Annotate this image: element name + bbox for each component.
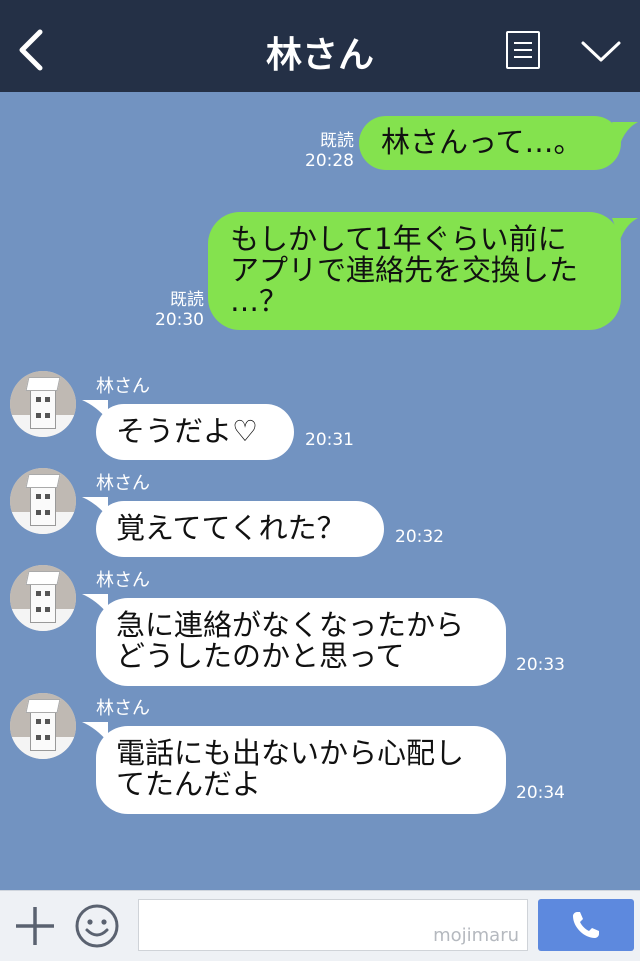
chat-title: 林さん	[265, 35, 374, 76]
sender-name: 林さん	[96, 473, 150, 494]
avatar[interactable]	[10, 693, 76, 759]
message-time: 20:31	[305, 430, 354, 450]
sender-name: 林さん	[96, 376, 150, 397]
smiley-icon[interactable]	[74, 903, 120, 949]
message-time: 20:34	[516, 783, 565, 803]
received-message[interactable]: 電話にも出ないから心配し てたんだよ	[96, 726, 506, 814]
plus-icon[interactable]	[14, 905, 56, 947]
chat-header: 林さん	[0, 0, 640, 92]
avatar[interactable]	[10, 565, 76, 631]
sender-name: 林さん	[96, 698, 150, 719]
message-time: 20:32	[395, 527, 444, 547]
menu-icon[interactable]	[506, 31, 540, 69]
bubble-tail	[612, 122, 638, 144]
message-status: 既読 20:30	[155, 290, 204, 330]
received-message[interactable]: そうだよ♡	[96, 404, 294, 460]
received-message[interactable]: 急に連絡がなくなったから どうしたのかと思って	[96, 598, 506, 686]
avatar[interactable]	[10, 468, 76, 534]
chevron-down-icon[interactable]	[580, 38, 622, 66]
sent-message[interactable]: 林さんって…。	[359, 116, 621, 170]
message-input[interactable]: mojimaru	[138, 899, 528, 951]
call-button[interactable]	[538, 899, 634, 951]
message-status: 既読 20:28	[305, 131, 354, 171]
bubble-tail	[612, 218, 638, 240]
message-time: 20:33	[516, 655, 565, 675]
received-message[interactable]: 覚えててくれた？	[96, 501, 384, 557]
avatar[interactable]	[10, 371, 76, 437]
sent-message[interactable]: もしかして1年ぐらい前に アプリで連絡先を交換した …？	[208, 212, 621, 330]
input-bar: mojimaru	[0, 890, 640, 961]
watermark: mojimaru	[433, 925, 519, 946]
phone-icon	[573, 912, 599, 938]
sender-name: 林さん	[96, 570, 150, 591]
